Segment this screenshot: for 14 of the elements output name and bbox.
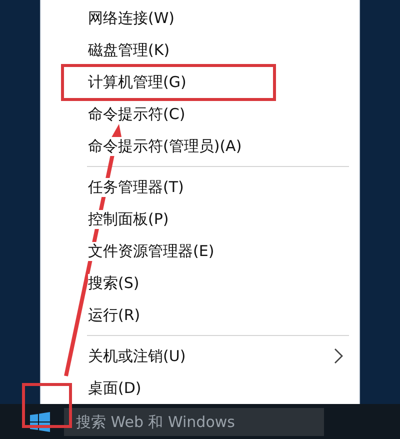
menu-item[interactable]: 运行(R) [41,299,359,331]
menu-item[interactable]: 网络连接(W) [41,2,359,34]
menu-item[interactable]: 文件资源管理器(E) [41,235,359,267]
menu-item[interactable]: 计算机管理(G) [41,66,359,98]
menu-item[interactable]: 桌面(D) [41,372,359,404]
menu-item[interactable]: 控制面板(P) [41,203,359,235]
search-field[interactable]: 搜索 Web 和 Windows [64,408,324,436]
menu-item[interactable]: 搜索(S) [41,267,359,299]
menu-item[interactable]: 命令提示符(C) [41,98,359,130]
menu-item[interactable]: 关机或注销(U) [41,340,359,372]
menu-item[interactable]: 命令提示符(管理员)(A) [41,130,359,162]
menu-item[interactable]: 磁盘管理(K) [41,34,359,66]
menu-item[interactable]: 任务管理器(T) [41,171,359,203]
windows-logo-icon[interactable] [30,412,50,432]
